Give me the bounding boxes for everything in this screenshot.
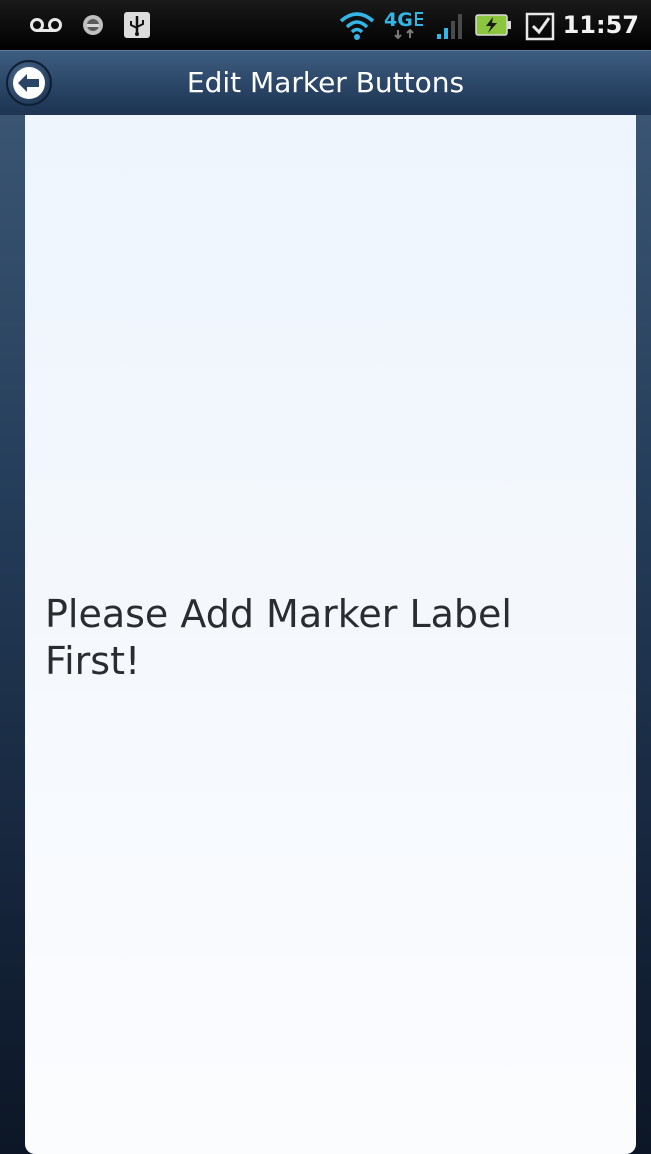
battery-charging-icon	[474, 0, 514, 50]
content-panel: Please Add Marker Label First!	[25, 115, 636, 1154]
signal-icon	[435, 0, 465, 50]
empty-state-message: Please Add Marker Label First!	[45, 592, 512, 683]
page-title: Edit Marker Buttons	[186, 66, 465, 99]
task-done-icon	[524, 0, 558, 50]
voicemail-icon	[26, 0, 66, 50]
clock: 11:57	[562, 11, 639, 39]
wifi-icon	[337, 0, 377, 50]
status-bar: 4G 11:57	[0, 0, 651, 50]
usb-icon	[122, 0, 152, 50]
4g-lte-icon: 4G	[384, 0, 428, 50]
notification-icon	[80, 0, 106, 50]
title-bar: Edit Marker Buttons	[0, 50, 651, 115]
network-type-label: 4G	[384, 9, 413, 31]
content-frame: Please Add Marker Label First!	[0, 115, 651, 1154]
